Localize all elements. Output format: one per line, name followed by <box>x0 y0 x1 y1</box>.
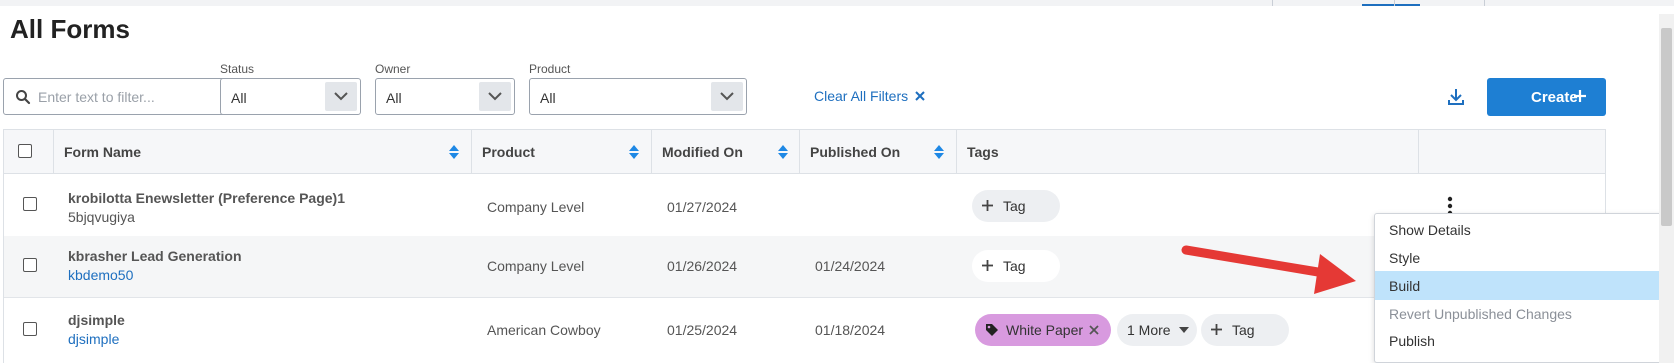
menu-item-style[interactable]: Style <box>1375 243 1673 272</box>
scrollbar-thumb[interactable] <box>1661 28 1672 226</box>
tag-icon <box>986 324 998 336</box>
chevron-down-icon <box>488 92 502 101</box>
form-name[interactable]: kbrasher Lead Generation <box>68 248 242 264</box>
modified-on-cell: 01/25/2024 <box>667 322 738 338</box>
row-actions-menu: Show Details Style Build Revert Unpublis… <box>1374 213 1674 363</box>
modified-on-cell: 01/26/2024 <box>667 258 738 274</box>
sort-icon[interactable] <box>934 145 944 159</box>
toolbar-divider <box>1394 0 1395 6</box>
form-id-link[interactable]: kbdemo50 <box>68 267 133 283</box>
column-header-actions <box>1419 130 1605 174</box>
status-select-value: All <box>231 90 247 106</box>
plus-icon <box>982 200 993 211</box>
vertical-scrollbar[interactable] <box>1659 14 1674 363</box>
sort-icon[interactable] <box>449 145 459 159</box>
forms-table: Form Name Product Modified On Published … <box>3 129 1606 363</box>
select-all-checkbox[interactable] <box>18 144 32 158</box>
clear-all-filters-link[interactable]: Clear All Filters <box>814 88 908 104</box>
add-tag-button[interactable]: Tag <box>1201 314 1289 346</box>
modified-on-cell: 01/27/2024 <box>667 199 738 215</box>
chevron-down-icon <box>720 92 734 101</box>
more-tags-dropdown[interactable]: 1 More <box>1117 314 1197 346</box>
column-header-form-name[interactable]: Form Name <box>54 130 472 174</box>
add-tag-button[interactable]: Tag <box>972 190 1060 222</box>
chevron-down-icon <box>334 92 348 101</box>
published-on-cell: 01/24/2024 <box>815 258 886 274</box>
status-filter-label: Status <box>220 62 255 76</box>
add-tag-label: Tag <box>1003 198 1026 214</box>
table-row[interactable]: krobilotta Enewsletter (Preference Page)… <box>4 174 1605 240</box>
row-checkbox[interactable] <box>23 197 37 211</box>
annotation-arrow <box>1181 245 1356 294</box>
column-header-product[interactable]: Product <box>472 130 652 174</box>
status-dropdown-button[interactable] <box>325 82 357 111</box>
close-icon[interactable] <box>914 90 926 102</box>
menu-item-label: Publish <box>1389 333 1435 349</box>
create-button-label: Create <box>1531 89 1578 106</box>
owner-select[interactable]: All <box>375 78 515 115</box>
column-header-published-on[interactable]: Published On <box>800 130 957 174</box>
add-tag-button[interactable]: Tag <box>972 250 1060 282</box>
top-toolbar-strip <box>0 0 1674 6</box>
search-icon <box>16 90 31 105</box>
table-row[interactable]: kbrasher Lead Generation kbdemo50 Compan… <box>4 236 1605 298</box>
toolbar-divider <box>1272 0 1273 6</box>
row-checkbox[interactable] <box>23 258 37 272</box>
form-name[interactable]: djsimple <box>68 312 125 328</box>
plus-icon <box>1211 324 1222 335</box>
page-title: All Forms <box>10 14 130 44</box>
status-select[interactable]: All <box>220 78 361 115</box>
create-button[interactable]: Create <box>1487 78 1606 116</box>
published-on-cell: 01/18/2024 <box>815 322 886 338</box>
owner-select-value: All <box>386 90 402 106</box>
add-tag-label: Tag <box>1232 322 1255 338</box>
product-select[interactable]: All <box>529 78 747 115</box>
caret-down-icon <box>1179 327 1189 333</box>
search-field[interactable] <box>3 78 228 115</box>
product-cell: Company Level <box>487 258 585 274</box>
menu-item-label: Style <box>1389 250 1421 266</box>
menu-item-revert-unpublished-changes: Revert Unpublished Changes <box>1375 299 1673 328</box>
remove-tag-icon[interactable] <box>1089 325 1099 335</box>
sort-icon[interactable] <box>778 145 788 159</box>
menu-item-publish[interactable]: Publish <box>1375 327 1673 356</box>
column-header-label: Modified On <box>662 144 743 160</box>
form-id: 5bjqvugiya <box>68 209 135 225</box>
product-cell: American Cowboy <box>487 322 601 338</box>
download-icon[interactable] <box>1447 88 1465 106</box>
product-dropdown-button[interactable] <box>711 82 743 111</box>
owner-filter-label: Owner <box>375 62 411 76</box>
product-filter-label: Product <box>529 62 571 76</box>
menu-item-show-details[interactable]: Show Details <box>1375 215 1673 244</box>
plus-icon <box>982 260 993 271</box>
menu-item-build[interactable]: Build <box>1375 271 1673 300</box>
table-row[interactable]: djsimple djsimple American Cowboy 01/25/… <box>4 298 1605 363</box>
form-name[interactable]: krobilotta Enewsletter (Preference Page)… <box>68 190 345 206</box>
table-header: Form Name Product Modified On Published … <box>4 130 1605 174</box>
active-tab-indicator <box>1362 4 1420 6</box>
menu-item-label: Show Details <box>1389 222 1471 238</box>
add-tag-label: Tag <box>1003 258 1026 274</box>
column-header-modified-on[interactable]: Modified On <box>652 130 800 174</box>
more-tags-label: 1 More <box>1127 322 1171 338</box>
form-id-link[interactable]: djsimple <box>68 331 119 347</box>
sort-icon[interactable] <box>629 145 639 159</box>
column-header-label: Published On <box>810 144 901 160</box>
select-all-cell <box>4 130 54 174</box>
tag-chip-white-paper[interactable]: White Paper <box>975 314 1111 346</box>
tag-chip-label: White Paper <box>1006 322 1084 338</box>
column-header-tags: Tags <box>957 130 1419 174</box>
column-header-label: Form Name <box>64 144 142 160</box>
search-input[interactable] <box>38 85 218 109</box>
row-checkbox[interactable] <box>23 322 37 336</box>
product-cell: Company Level <box>487 199 585 215</box>
column-header-label: Product <box>482 144 535 160</box>
column-header-label: Tags <box>967 144 999 160</box>
toolbar-divider <box>1484 0 1485 6</box>
owner-dropdown-button[interactable] <box>479 82 511 111</box>
menu-item-label: Build <box>1389 278 1421 294</box>
menu-item-label: Revert Unpublished Changes <box>1389 306 1572 322</box>
plus-icon <box>1574 90 1586 102</box>
product-select-value: All <box>540 90 556 106</box>
